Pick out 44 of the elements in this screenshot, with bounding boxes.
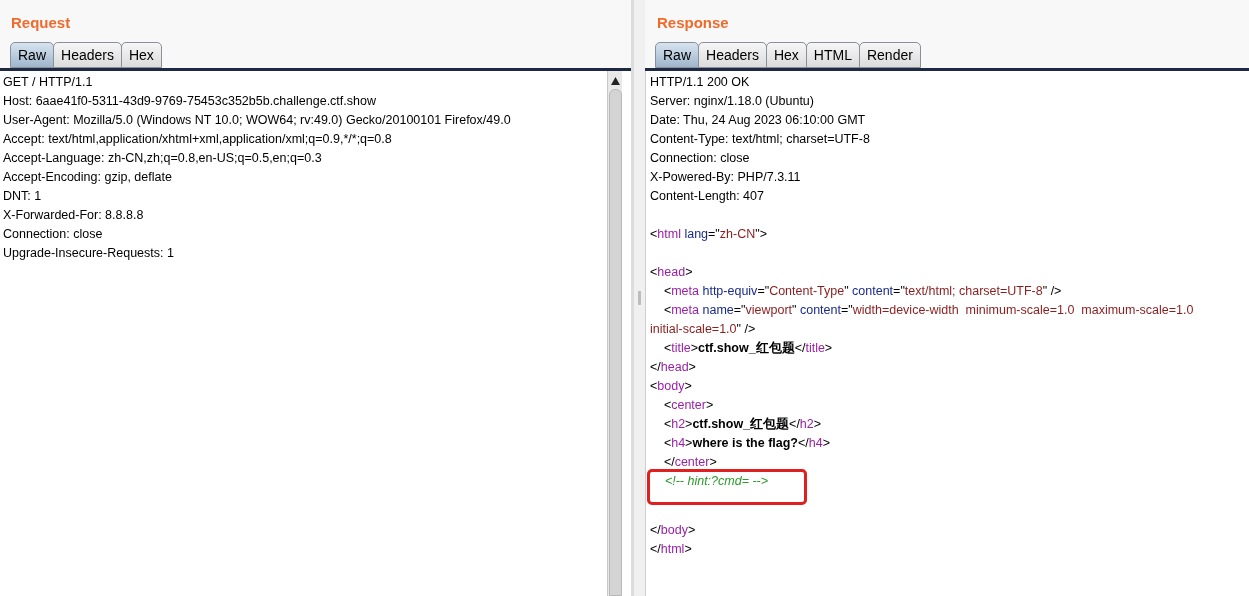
view-tab[interactable]: Raw — [655, 42, 699, 68]
response-line: X-Powered-By: PHP/7.3.11 — [650, 169, 801, 186]
view-tab[interactable]: Render — [858, 42, 921, 68]
request-line: Accept: text/html,application/xhtml+xml,application/xml;q=0.9,*/*;q=0.8 — [3, 131, 393, 148]
response-line: </body> — [650, 522, 696, 539]
view-tab[interactable]: Headers — [53, 42, 122, 68]
scroll-up-icon[interactable] — [610, 77, 620, 85]
view-tab[interactable]: HTML — [805, 42, 860, 68]
panel-title: Request — [10, 13, 72, 33]
response-line: Content-Length: 407 — [650, 188, 764, 205]
response-line: </center> — [662, 454, 717, 471]
request-line: X-Forwarded-For: 8.8.8.8 — [3, 207, 145, 224]
request-line: User-Agent: Mozilla/5.0 (Windows NT 10.0; WOW64; rv:49.0) Gecko/20100101 Firefox/49.0 — [3, 112, 512, 129]
response-line: Connection: close — [650, 150, 750, 167]
response-line: </html> — [650, 541, 692, 558]
request-line: Accept-Encoding: gzip, deflate — [3, 169, 173, 186]
view-tab[interactable]: Hex — [765, 42, 807, 68]
request-line: Connection: close — [3, 226, 104, 243]
view-tab[interactable]: Hex — [120, 42, 162, 68]
response-line: <head> — [650, 264, 693, 281]
response-line: <html lang="zh-CN"> — [650, 226, 767, 243]
response-line: Server: nginx/1.18.0 (Ubuntu) — [650, 93, 814, 110]
response-line: Content-Type: text/html; charset=UTF-8 — [650, 131, 870, 148]
panel-title: Response — [656, 13, 730, 33]
response-line: HTTP/1.1 200 OK — [650, 74, 750, 91]
response-line: </head> — [650, 359, 696, 376]
splitter-handle[interactable] — [638, 291, 641, 305]
request-line: DNT: 1 — [3, 188, 43, 205]
response-line: <h4>where is the flag?</h4> — [662, 435, 830, 452]
response-line: <title>ctf.show_红包题</title> — [662, 340, 833, 357]
response-line: <body> — [650, 378, 692, 395]
response-line: Date: Thu, 24 Aug 2023 06:10:00 GMT — [650, 112, 866, 129]
view-tab[interactable]: Raw — [10, 42, 54, 68]
response-line: <center> — [662, 397, 714, 414]
response-line: <meta http-equiv="Content-Type" content="text/html; charset=UTF-8" /> — [662, 283, 1062, 300]
request-line: Host: 6aae41f0-5311-43d9-9769-75453c352b5b.challenge.ctf.show — [3, 93, 377, 110]
view-tab[interactable]: Headers — [698, 42, 767, 68]
response-line: <meta name="viewport" content="width=device-width minimum-scale=1.0 maximum-scale=1.0 — [662, 302, 1194, 319]
request-line: Accept-Language: zh-CN,zh;q=0.8,en-US;q=0.5,en;q=0.3 — [3, 150, 323, 167]
response-line: <!-- hint:?cmd= --> — [650, 472, 805, 502]
response-line: <h2>ctf.show_红包题</h2> — [662, 416, 822, 433]
request-line: GET / HTTP/1.1 — [3, 74, 94, 91]
response-line: initial-scale=1.0" /> — [650, 321, 756, 338]
request-line: Upgrade-Insecure-Requests: 1 — [3, 245, 175, 262]
